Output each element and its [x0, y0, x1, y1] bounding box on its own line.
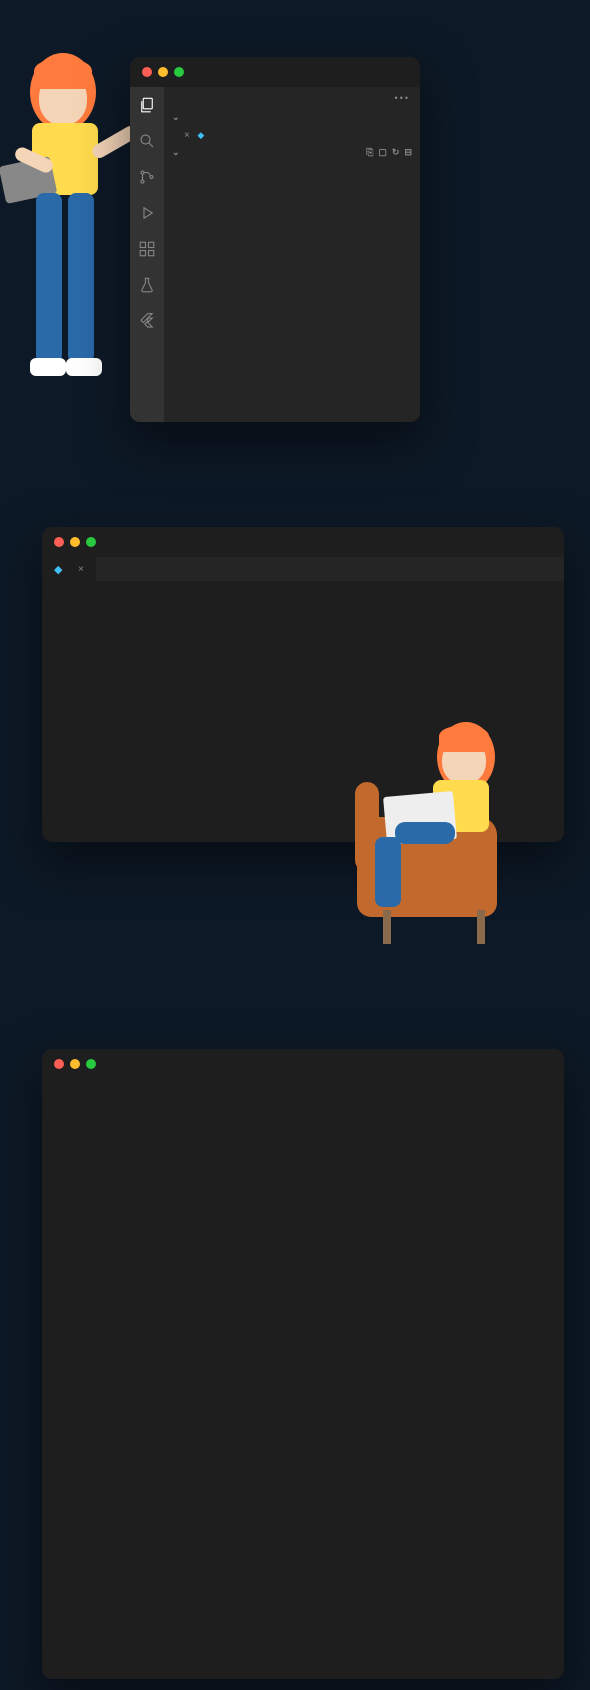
open-editors-section[interactable]: ⌄ [164, 109, 420, 126]
open-editor-item[interactable]: ×◆ [164, 126, 420, 144]
close-icon[interactable]: × [78, 564, 84, 575]
files-icon[interactable] [137, 95, 157, 115]
styles-dart-window [42, 1049, 564, 1679]
collapse-icon[interactable]: ⊟ [404, 147, 412, 158]
tab-main-dart[interactable]: ◆× [42, 557, 96, 581]
project-header[interactable]: ⌄ ⎘▢↻⊟ [164, 144, 420, 161]
hero-title-2 [88, 853, 348, 894]
file-tree [164, 161, 420, 165]
refresh-icon[interactable]: ↻ [392, 147, 400, 158]
close-icon[interactable]: × [184, 130, 190, 141]
window-controls[interactable] [42, 1049, 564, 1079]
editor-tabs: ◆× [42, 557, 564, 581]
search-icon[interactable] [137, 131, 157, 151]
breadcrumb[interactable] [42, 581, 564, 589]
explorer-panel: ••• ⌄ ×◆ ⌄ ⎘▢↻⊟ [164, 87, 420, 422]
window-controls[interactable] [42, 527, 564, 557]
extensions-icon[interactable] [137, 239, 157, 259]
new-folder-icon[interactable]: ▢ [378, 147, 387, 158]
window-controls[interactable] [130, 57, 420, 87]
character-sitting [337, 722, 537, 952]
flask-icon[interactable] [137, 275, 157, 295]
debug-icon[interactable] [137, 203, 157, 223]
explorer-window: ••• ⌄ ×◆ ⌄ ⎘▢↻⊟ [130, 57, 420, 422]
activity-bar [130, 87, 164, 422]
source-control-icon[interactable] [137, 167, 157, 187]
breadcrumb[interactable] [42, 1079, 564, 1087]
new-file-icon[interactable]: ⎘ [366, 147, 373, 158]
run-debug-bar[interactable] [42, 589, 564, 593]
flutter-icon[interactable] [137, 311, 157, 331]
more-icon[interactable]: ••• [395, 93, 410, 103]
